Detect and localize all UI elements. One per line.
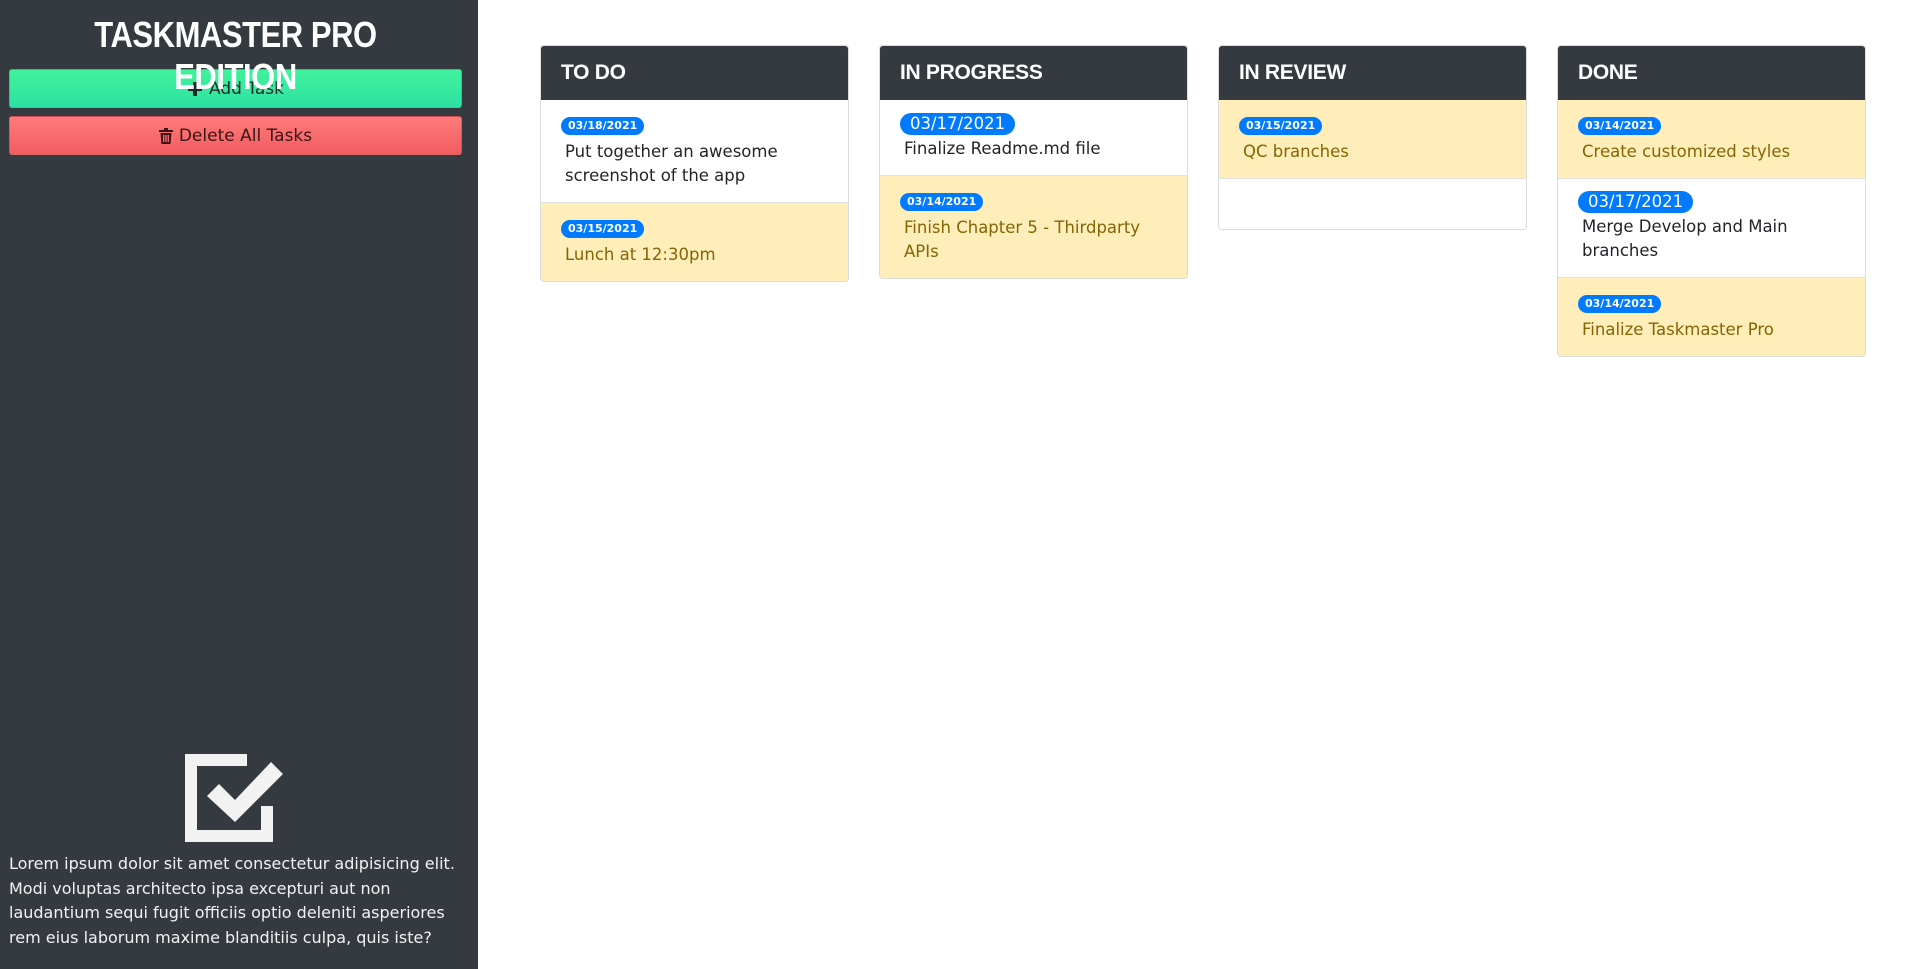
column-title: TO DO (541, 46, 848, 100)
column-title: IN REVIEW (1219, 46, 1526, 100)
task-text: Finalize Taskmaster Pro (1582, 320, 1774, 339)
task-item[interactable]: 03/18/2021 Put together an awesome scree… (541, 100, 848, 203)
sidebar-footer: Lorem ipsum dolor sit amet consectetur a… (9, 754, 462, 950)
column-in-review: IN REVIEW 03/15/2021 QC branches (1218, 45, 1527, 230)
delete-all-tasks-button[interactable]: Delete All Tasks (9, 116, 462, 155)
task-item[interactable]: 03/17/2021 Merge Develop and Main branch… (1558, 179, 1865, 278)
due-date-badge: 03/17/2021 (1578, 191, 1694, 213)
due-date-badge: 03/14/2021 (1578, 117, 1662, 135)
column-title: IN PROGRESS (880, 46, 1187, 100)
task-text: Merge Develop and Main branches (1582, 217, 1788, 260)
due-date-badge: 03/18/2021 (561, 117, 645, 135)
drop-zone[interactable] (1219, 179, 1526, 229)
column-title: DONE (1558, 46, 1865, 100)
due-date-badge: 03/14/2021 (900, 193, 984, 211)
task-text: Finish Chapter 5 - Thirdparty APIs (904, 218, 1141, 261)
due-date-badge: 03/14/2021 (1578, 295, 1662, 313)
task-item[interactable]: 03/14/2021 Finalize Taskmaster Pro (1558, 278, 1865, 356)
due-date-badge: 03/17/2021 (900, 113, 1016, 135)
task-item[interactable]: 03/14/2021 Finish Chapter 5 - Thirdparty… (880, 176, 1187, 278)
delete-all-label: Delete All Tasks (178, 125, 313, 146)
column-todo: TO DO 03/18/2021 Put together an awesome… (540, 45, 849, 282)
trash-icon (158, 127, 173, 144)
task-text: Create customized styles (1582, 142, 1791, 161)
app-title: TASKMASTER PRO EDITION (94, 14, 377, 97)
task-text: Finalize Readme.md file (904, 139, 1101, 158)
task-text: Put together an awesome screenshot of th… (565, 142, 778, 185)
task-item[interactable]: 03/15/2021 QC branches (1219, 100, 1526, 179)
due-date-badge: 03/15/2021 (1239, 117, 1323, 135)
due-date-badge: 03/15/2021 (561, 220, 645, 238)
checkbox-check-icon (9, 754, 462, 842)
task-item[interactable]: 03/14/2021 Create customized styles (1558, 100, 1865, 179)
task-item[interactable]: 03/15/2021 Lunch at 12:30pm (541, 203, 848, 281)
task-text: Lunch at 12:30pm (565, 245, 716, 264)
task-item[interactable]: 03/17/2021 Finalize Readme.md file (880, 100, 1187, 176)
app-root: TASKMASTER PRO EDITION Add Task Delete A… (0, 0, 1907, 969)
task-text: QC branches (1243, 142, 1349, 161)
column-done: DONE 03/14/2021 Create customized styles… (1557, 45, 1866, 357)
sidebar-description: Lorem ipsum dolor sit amet consectetur a… (9, 854, 455, 947)
column-in-progress: IN PROGRESS 03/17/2021 Finalize Readme.m… (879, 45, 1188, 279)
task-board: TO DO 03/18/2021 Put together an awesome… (478, 0, 1907, 969)
sidebar: TASKMASTER PRO EDITION Add Task Delete A… (0, 0, 478, 969)
